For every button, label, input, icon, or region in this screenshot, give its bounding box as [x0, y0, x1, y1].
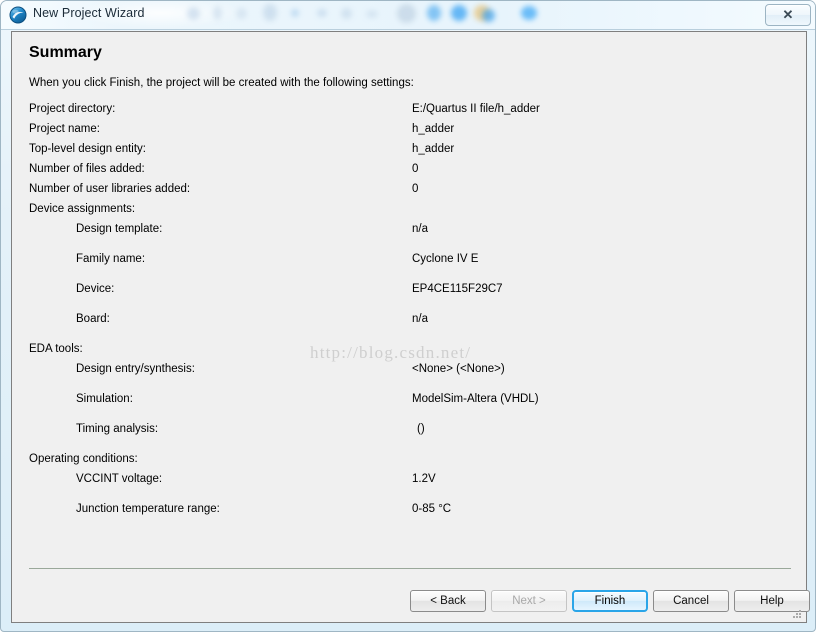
- summary-row: Design template: n/a: [12, 223, 808, 239]
- summary-row-value: 0: [412, 163, 419, 175]
- summary-row-value: h_adder: [412, 143, 455, 155]
- summary-row-value: E:/Quartus II file/h_adder: [412, 103, 540, 115]
- watermark-text: http://blog.csdn.net/: [310, 343, 472, 362]
- summary-row-value: 0-85 °C: [412, 503, 452, 515]
- resize-grip[interactable]: [793, 610, 803, 620]
- summary-row-value: Cyclone IV E: [412, 253, 479, 265]
- summary-row-label: Device:: [76, 283, 115, 295]
- help-button[interactable]: Help: [734, 590, 810, 612]
- summary-row: VCCINT voltage: 1.2V: [12, 473, 808, 489]
- summary-row-label: Simulation:: [76, 393, 133, 405]
- blurred-icon-blob: [236, 8, 247, 19]
- quartus-sphere-icon: [9, 6, 27, 24]
- summary-row-value: 0: [412, 183, 419, 195]
- summary-row-label: Family name:: [76, 253, 146, 265]
- blurred-icon-blob: [263, 4, 277, 21]
- back-button[interactable]: < Back: [410, 590, 486, 612]
- blurred-icon-blob: [451, 5, 467, 21]
- blurred-icon-blob: [213, 6, 222, 20]
- blurred-icon-blob: [187, 7, 200, 20]
- summary-row: Device assignments:: [12, 203, 808, 219]
- summary-row-value: <None> (<None>): [412, 363, 505, 375]
- summary-row-value: n/a: [412, 223, 428, 235]
- summary-row: Family name: Cyclone IV E: [12, 253, 808, 269]
- finish-button[interactable]: Finish: [572, 590, 648, 612]
- summary-row: Operating conditions:: [12, 453, 808, 469]
- summary-row-value: (): [417, 423, 425, 435]
- summary-row: Project directory: E:/Quartus II file/h_a…: [12, 103, 808, 119]
- blurred-icon-blob: [521, 6, 537, 20]
- summary-row-label: Design entry/synthesis:: [76, 363, 195, 375]
- summary-row: Junction temperature range: 0-85 °C: [12, 503, 808, 519]
- blurred-icon-blob: [341, 8, 352, 19]
- blurred-icon-blob: [427, 5, 441, 21]
- summary-row-label: Top-level design entity:: [29, 143, 146, 155]
- page-title: Summary: [29, 44, 102, 61]
- summary-row: Simulation: ModelSim-Altera (VHDL): [12, 393, 808, 409]
- summary-row-value: h_adder: [412, 123, 455, 135]
- summary-row-label: Operating conditions:: [29, 453, 138, 465]
- next-button: Next >: [491, 590, 567, 612]
- footer-button-bar: < Back Next > Finish Cancel Help: [12, 582, 810, 622]
- summary-row: Board: n/a: [12, 313, 808, 329]
- summary-row-label: Project name:: [29, 123, 100, 135]
- summary-row-value: EP4CE115F29C7: [412, 283, 503, 295]
- page-intro-text: When you click Finish, the project will …: [29, 77, 414, 89]
- summary-row-value: n/a: [412, 313, 428, 325]
- blurred-icon-blob: [397, 4, 416, 23]
- new-project-wizard-window: New Project Wizard ✕ Summary When you cl…: [0, 0, 816, 632]
- summary-row-label: Timing analysis:: [76, 423, 159, 435]
- blurred-icon-blob: [317, 9, 327, 17]
- summary-row-value: 1.2V: [412, 473, 436, 485]
- summary-row-label: Board:: [76, 313, 110, 325]
- window-title: New Project Wizard: [33, 6, 145, 20]
- wizard-content-panel: Summary When you click Finish, the proje…: [11, 31, 810, 623]
- summary-row: Number of files added: 0: [12, 163, 808, 179]
- summary-row: Number of user libraries added: 0: [12, 183, 808, 199]
- summary-row-value: ModelSim-Altera (VHDL): [412, 393, 539, 405]
- close-button[interactable]: ✕: [765, 4, 811, 26]
- blurred-icon-blob: [291, 9, 299, 17]
- cancel-button[interactable]: Cancel: [653, 590, 729, 612]
- summary-row-label: EDA tools:: [29, 343, 83, 355]
- window-titlebar[interactable]: New Project Wizard ✕: [1, 1, 815, 30]
- footer-separator: [29, 568, 791, 569]
- summary-row-label: Project directory:: [29, 103, 116, 115]
- summary-row-label: Junction temperature range:: [76, 503, 220, 515]
- summary-row-label: Number of user libraries added:: [29, 183, 191, 195]
- summary-row-label: Number of files added:: [29, 163, 145, 175]
- summary-row-label: Design template:: [76, 223, 163, 235]
- summary-row: Timing analysis: (): [12, 423, 808, 439]
- blurred-icon-blob: [366, 10, 378, 18]
- summary-row-label: VCCINT voltage:: [76, 473, 163, 485]
- summary-row: Project name: h_adder: [12, 123, 808, 139]
- summary-row: Design entry/synthesis: <None> (<None>): [12, 363, 808, 379]
- blurred-icon-blob: [482, 9, 495, 22]
- summary-row-label: Device assignments:: [29, 203, 136, 215]
- summary-row: Top-level design entity: h_adder: [12, 143, 808, 159]
- summary-row: Device: EP4CE115F29C7: [12, 283, 808, 299]
- close-icon: ✕: [782, 7, 794, 22]
